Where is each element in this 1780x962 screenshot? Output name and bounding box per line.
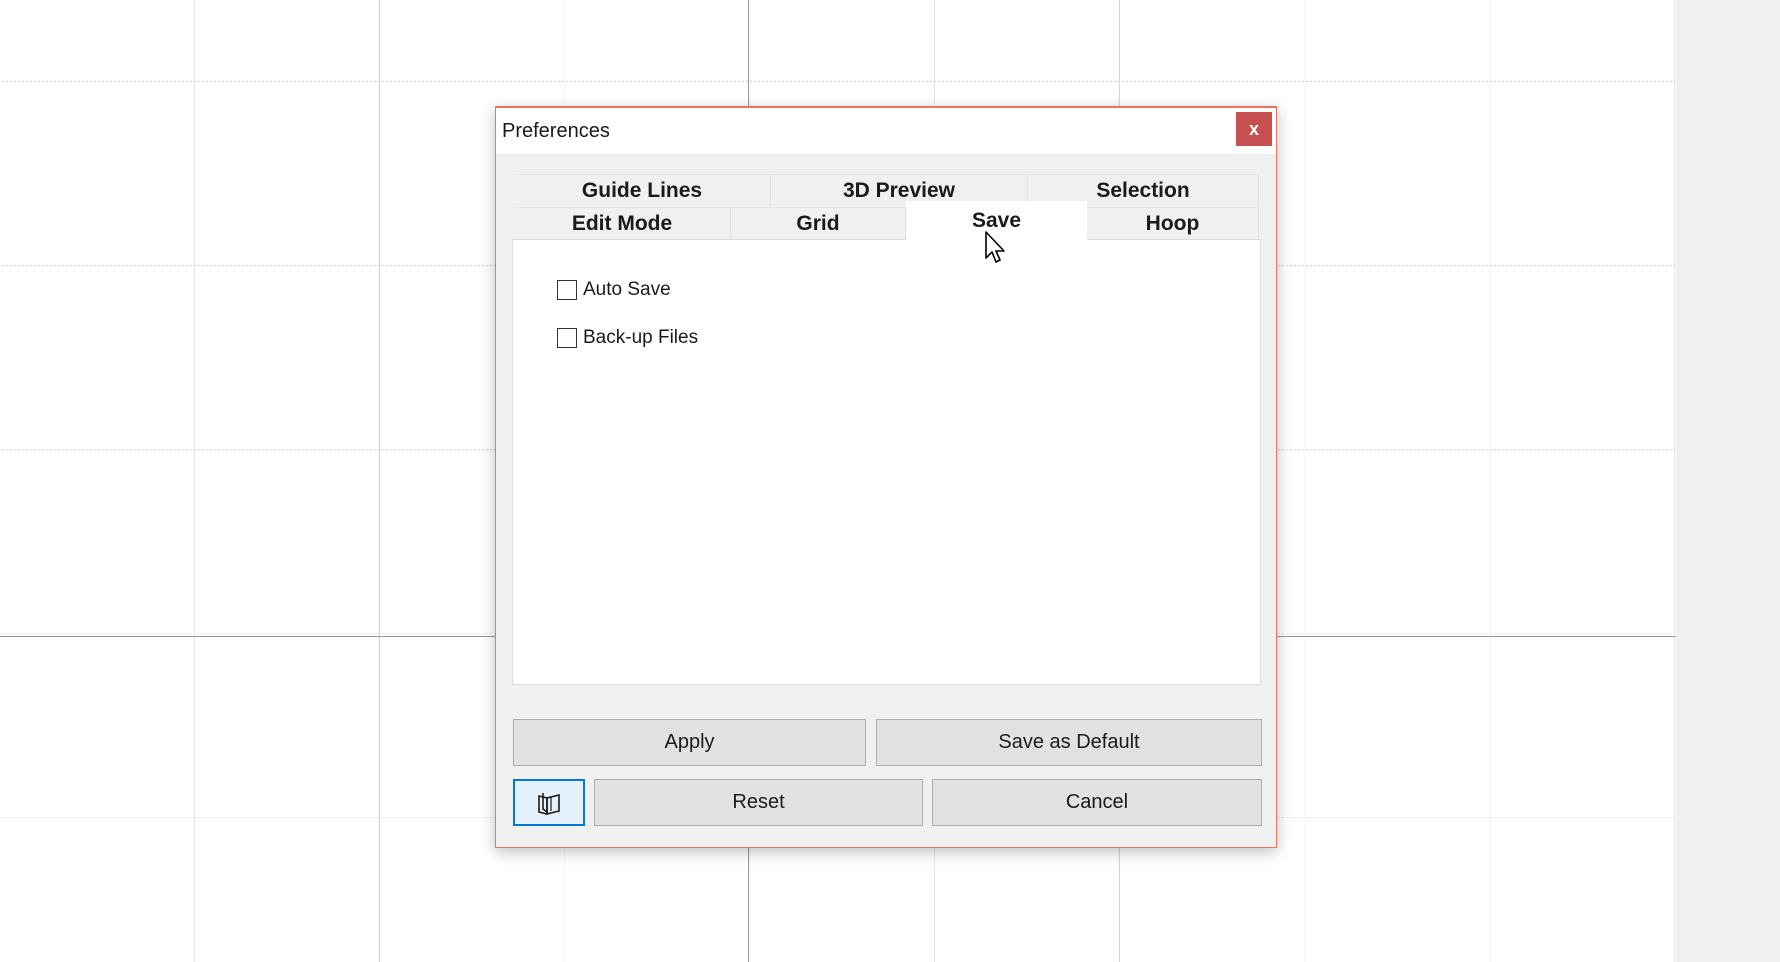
preferences-dialog: Preferences x Guide Lines 3D Preview Sel… [495, 106, 1277, 848]
save-as-default-button[interactable]: Save as Default [876, 719, 1262, 766]
auto-save-checkbox[interactable] [557, 280, 577, 300]
close-button[interactable]: x [1236, 112, 1272, 146]
tab-edit-mode[interactable]: Edit Mode [514, 207, 731, 239]
tab-guide-lines[interactable]: Guide Lines [514, 174, 771, 206]
right-panel-strip [1676, 0, 1780, 962]
backup-files-label: Back-up Files [583, 327, 699, 348]
auto-save-option[interactable]: Auto Save [557, 279, 671, 301]
tab-row-2: Edit Mode Grid Save Hoop [514, 201, 1259, 241]
tab-hoop[interactable]: Hoop [1087, 207, 1259, 239]
save-settings-panel [512, 239, 1261, 685]
cancel-button[interactable]: Cancel [932, 779, 1262, 826]
close-icon: x [1248, 118, 1259, 139]
tab-row-1: Guide Lines 3D Preview Selection [514, 174, 1259, 206]
reset-button[interactable]: Reset [594, 779, 923, 826]
help-button[interactable] [513, 779, 585, 826]
backup-files-checkbox[interactable] [557, 328, 577, 348]
dialog-title: Preferences [502, 120, 610, 142]
tab-grid[interactable]: Grid [731, 207, 906, 239]
backup-files-option[interactable]: Back-up Files [557, 327, 698, 349]
help-book-icon [538, 792, 560, 815]
tab-save[interactable]: Save [906, 201, 1087, 241]
apply-button[interactable]: Apply [513, 719, 866, 766]
auto-save-label: Auto Save [583, 279, 671, 300]
dialog-titlebar[interactable]: Preferences x [496, 108, 1276, 154]
